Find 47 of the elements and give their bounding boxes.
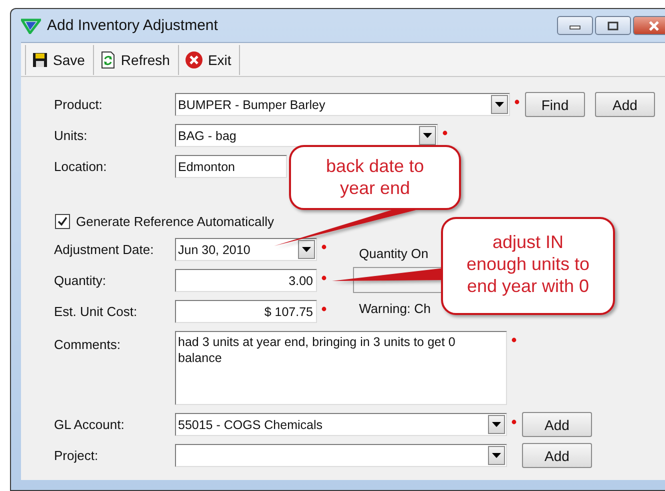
- required-icon: [511, 337, 517, 343]
- location-field[interactable]: Edmonton: [175, 155, 287, 178]
- form-button[interactable]: Add: [522, 412, 592, 437]
- minimize-button[interactable]: [557, 16, 593, 35]
- close-circle-icon: [184, 50, 203, 68]
- quantity-on-hand-label: Quantity On: [359, 246, 430, 261]
- field-label: Units:: [54, 128, 88, 143]
- callout-text: adjust IN enough units to end year with 0: [465, 231, 591, 297]
- toolbar-button[interactable]: Save: [25, 44, 94, 74]
- required-icon: [321, 244, 327, 250]
- required-icon: [321, 275, 327, 281]
- toolbar-button[interactable]: Exit: [178, 44, 240, 74]
- close-button[interactable]: [633, 16, 665, 35]
- warning-text: Warning: Ch: [359, 301, 432, 316]
- required-icon: [442, 130, 448, 136]
- field-label: Adjustment Date:: [54, 242, 155, 257]
- field-label: Product:: [54, 97, 104, 112]
- date-picker[interactable]: Jun 30, 2010: [175, 238, 317, 261]
- required-icon: [511, 419, 517, 425]
- field-label: Location:: [54, 159, 108, 174]
- form-button[interactable]: Add: [595, 92, 655, 117]
- close-icon: [648, 20, 660, 30]
- gl-account-dropdown[interactable]: 55015 - COGS Chemicals: [175, 413, 507, 436]
- unit-cost-field[interactable]: $ 107.75: [175, 300, 317, 323]
- checkbox-label: Generate Reference Automatically: [76, 214, 274, 228]
- refresh-document-icon: [100, 50, 116, 68]
- form-button[interactable]: Add: [522, 443, 592, 468]
- units-dropdown[interactable]: BAG - bag: [175, 124, 438, 147]
- field-label: Quantity:: [54, 273, 108, 288]
- comments-textarea[interactable]: had 3 units at year end, bringing in 3 units to get 0 balance: [175, 331, 507, 405]
- checkbox[interactable]: [55, 214, 70, 228]
- field-label: GL Account:: [54, 417, 126, 432]
- maximize-button[interactable]: [595, 16, 631, 35]
- callout-text: back date to year end: [324, 155, 426, 199]
- field-label: Est. Unit Cost:: [54, 304, 138, 319]
- maximize-icon: [607, 20, 619, 30]
- toolbar-button[interactable]: Refresh: [94, 44, 179, 74]
- triangle-logo-icon: [21, 18, 41, 34]
- project-dropdown[interactable]: [175, 444, 507, 467]
- field-label: Project:: [54, 448, 100, 463]
- field-label: Comments:: [54, 336, 122, 352]
- form-button[interactable]: Find: [525, 92, 585, 117]
- quantity-field[interactable]: 3.00: [175, 269, 317, 292]
- product-dropdown[interactable]: BUMPER - Bumper Barley: [175, 93, 510, 116]
- required-icon: [321, 306, 327, 312]
- required-icon: [514, 99, 520, 105]
- window-title: Add Inventory Adjustment: [47, 17, 218, 34]
